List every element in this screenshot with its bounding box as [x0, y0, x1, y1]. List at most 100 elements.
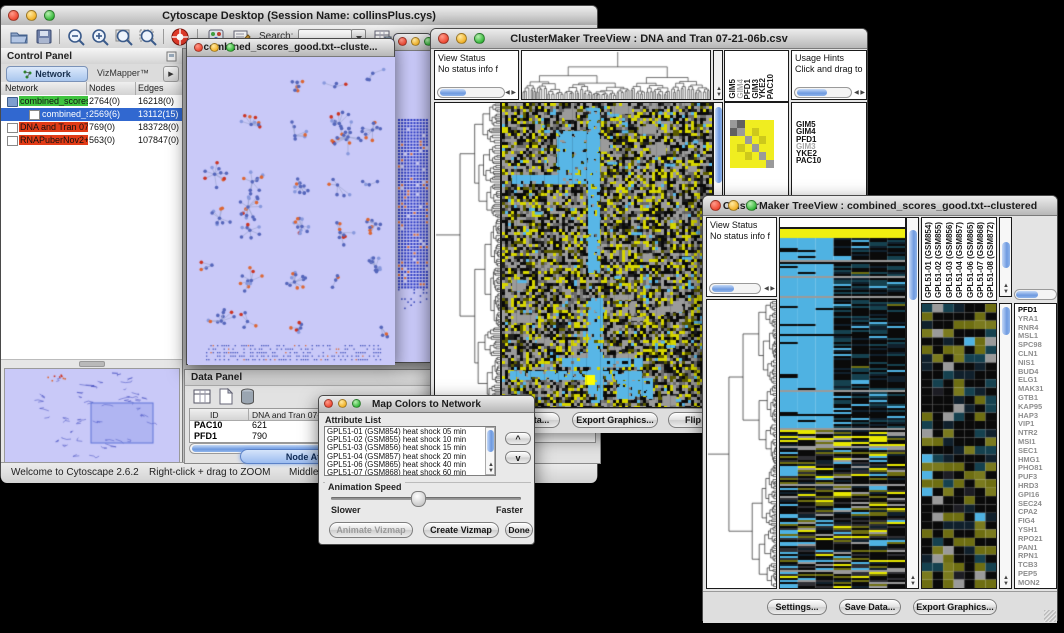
data-row-value[interactable]: 621: [252, 420, 267, 430]
scrollbar-thumb[interactable]: [440, 89, 466, 96]
attribute-up-button[interactable]: ^: [505, 432, 531, 445]
col-network[interactable]: Network: [5, 83, 38, 93]
tv2-global-vscrollbar[interactable]: ▲▼: [906, 217, 919, 589]
close-button[interactable]: [8, 10, 19, 21]
attribute-down-button[interactable]: v: [505, 451, 531, 464]
matrix-cell[interactable]: [759, 136, 766, 144]
tv2-settings-button[interactable]: Settings...: [767, 599, 827, 615]
zoom-button[interactable]: [44, 10, 55, 21]
scrollbar-thumb[interactable]: [712, 285, 734, 292]
zoom-button[interactable]: [226, 43, 235, 52]
network-table-row[interactable]: combined_scores2764(0)16218(0): [1, 95, 182, 108]
dialog-title-bar[interactable]: Map Colors to Network: [319, 396, 534, 413]
tv1-export-graphics-button[interactable]: Export Graphics...: [572, 412, 658, 428]
tv2-status-scrollbar[interactable]: [709, 283, 761, 294]
tab-network[interactable]: Network: [6, 66, 88, 82]
window-controls[interactable]: [438, 33, 485, 44]
treeview2-title-bar[interactable]: ClusterMaker TreeView : combined_scores_…: [703, 196, 1057, 216]
done-button[interactable]: Done: [505, 522, 533, 538]
matrix-cell[interactable]: [730, 120, 737, 128]
data-row-value[interactable]: 790: [252, 431, 267, 441]
matrix-cell[interactable]: [752, 152, 759, 160]
matrix-cell[interactable]: [752, 136, 759, 144]
tv2-column-label[interactable]: GPL51-04 (GSM857): [955, 222, 964, 298]
matrix-cell[interactable]: [745, 144, 752, 152]
tv2-column-label[interactable]: GPL51-03 (GSM856): [945, 222, 954, 298]
data-col-id[interactable]: ID: [210, 410, 219, 420]
minimize-button[interactable]: [411, 37, 420, 46]
minimize-button[interactable]: [210, 43, 219, 52]
network-view-canvas[interactable]: [188, 57, 395, 365]
data-row-id[interactable]: PFD1: [194, 431, 217, 441]
zoom-button[interactable]: [474, 33, 485, 44]
tv2-global-heatmap[interactable]: [779, 228, 906, 589]
resize-grip[interactable]: [1044, 610, 1056, 622]
scrollbar-thumb[interactable]: [797, 89, 827, 96]
splitter-handle[interactable]: [79, 361, 105, 367]
scroll-arrows[interactable]: ◀ ▶: [505, 90, 516, 96]
speed-slider-thumb[interactable]: [411, 491, 426, 507]
minimize-button[interactable]: [26, 10, 37, 21]
matrix-cell[interactable]: [737, 152, 744, 160]
tv1-column-label[interactable]: PAC10: [766, 74, 775, 99]
window-controls[interactable]: [194, 43, 235, 52]
network-overview-panel[interactable]: [4, 368, 180, 465]
scrollbar-thumb[interactable]: [909, 230, 917, 300]
window-controls[interactable]: [8, 10, 55, 21]
network-table-row[interactable]: DNA and Tran 07769(0)183728(0): [1, 121, 182, 134]
close-button[interactable]: [194, 43, 203, 52]
tv2-column-label[interactable]: GPL51-02 (GSM855): [934, 222, 943, 298]
matrix-cell[interactable]: [759, 128, 766, 136]
tv1-col-scroll-sliver[interactable]: ▲▼: [713, 50, 723, 100]
tv2-column-label[interactable]: GPL51-08 (GSM872): [986, 222, 995, 298]
network-view-title-bar[interactable]: combined_scores_good.txt--cluste...: [187, 39, 394, 57]
matrix-cell[interactable]: [745, 152, 752, 160]
matrix-cell[interactable]: [759, 144, 766, 152]
tv2-detail-vscrollbar[interactable]: ▲▼: [999, 303, 1012, 589]
zoom-button[interactable]: [746, 200, 757, 211]
matrix-cell[interactable]: [766, 120, 773, 128]
matrix-cell[interactable]: [752, 144, 759, 152]
tv1-row-dendrogram[interactable]: [434, 102, 501, 408]
minimize-button[interactable]: [456, 33, 467, 44]
open-session-icon[interactable]: [9, 28, 29, 45]
tab-vizmapper[interactable]: VizMapper™: [97, 68, 149, 78]
tv2-column-label[interactable]: GPL51-01 (GSM854): [924, 222, 933, 298]
new-attribute-icon[interactable]: [218, 388, 234, 405]
close-button[interactable]: [324, 399, 333, 408]
float-panel-icon[interactable]: [166, 51, 177, 62]
tv2-column-label[interactable]: GPL51-06 (GSM865): [966, 222, 975, 298]
matrix-cell[interactable]: [766, 128, 773, 136]
matrix-cell[interactable]: [745, 128, 752, 136]
matrix-cell[interactable]: [737, 144, 744, 152]
matrix-cell[interactable]: [745, 160, 752, 168]
tv1-heatmap[interactable]: [501, 102, 713, 408]
tv1-row-label[interactable]: PAC10: [796, 157, 866, 164]
tv2-row-label[interactable]: MON2: [1018, 579, 1056, 588]
network-table-row[interactable]: combined_sco2569(6)13112(15): [1, 108, 182, 121]
close-button[interactable]: [710, 200, 721, 211]
tv2-column-label[interactable]: GPL51-07 (GSM868): [976, 222, 985, 298]
matrix-cell[interactable]: [759, 152, 766, 160]
delete-attribute-icon[interactable]: [240, 388, 255, 405]
attribute-listbox[interactable]: GPL51-01 (GSM854) heat shock 05 minGPL51…: [324, 426, 496, 476]
matrix-cell[interactable]: [766, 160, 773, 168]
tv2-labels-vscrollbar[interactable]: ▲▼: [999, 217, 1012, 297]
tv1-column-dendrogram[interactable]: [521, 50, 711, 100]
scrollbar-thumb[interactable]: [1002, 242, 1010, 268]
attribute-list-item[interactable]: GPL51-07 (GSM868) heat shock 60 min: [327, 469, 495, 476]
scrollbar-thumb[interactable]: [487, 430, 494, 452]
speed-slider-track[interactable]: [331, 497, 521, 500]
main-title-bar[interactable]: Cytoscape Desktop (Session Name: collins…: [1, 6, 597, 26]
matrix-cell[interactable]: [759, 120, 766, 128]
scroll-arrows[interactable]: ◀ ▶: [764, 286, 775, 292]
tv2-detail-heatmap[interactable]: [921, 303, 997, 589]
col-edges[interactable]: Edges: [138, 83, 164, 93]
close-button[interactable]: [438, 33, 449, 44]
data-row-id[interactable]: PAC10: [194, 420, 222, 430]
create-vizmap-button[interactable]: Create Vizmap: [423, 522, 499, 538]
matrix-cell[interactable]: [752, 128, 759, 136]
minimize-button[interactable]: [338, 399, 347, 408]
col-nodes[interactable]: Nodes: [89, 83, 115, 93]
matrix-cell[interactable]: [766, 144, 773, 152]
